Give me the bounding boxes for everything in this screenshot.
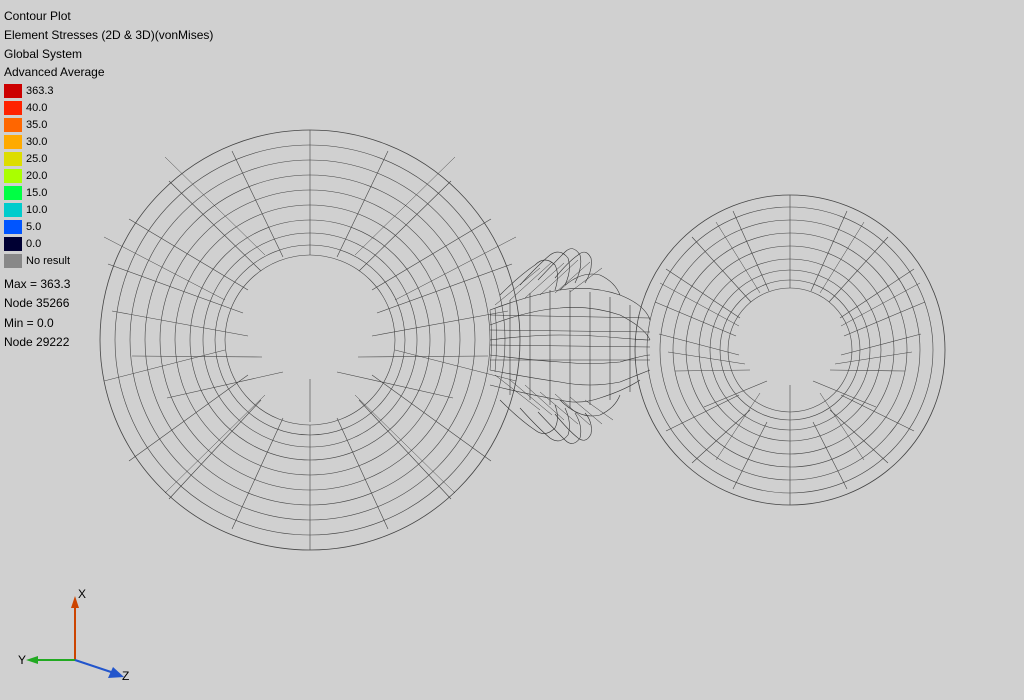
no-result-color-box (4, 254, 22, 268)
max-node-label: Node 35266 (4, 294, 213, 313)
legend-value-label: 35.0 (26, 119, 47, 131)
legend-color-box (4, 220, 22, 234)
legend-color-box (4, 237, 22, 251)
legend-value-label: 5.0 (26, 221, 41, 233)
svg-text:Z: Z (122, 669, 129, 683)
legend-value-label: 0.0 (26, 238, 41, 250)
legend-title-line3: Global System (4, 46, 213, 63)
legend-color-box (4, 84, 22, 98)
legend-item: 5.0 (4, 219, 213, 235)
main-container: X Y Z Contour Plot Element Stresses (2D … (0, 0, 1024, 700)
legend-color-list: 363.3 40.0 35.0 30.0 25.0 20.0 15.0 10.0 5.0 0.0 (4, 83, 213, 253)
legend-color-box (4, 169, 22, 183)
legend-value-label: 15.0 (26, 187, 47, 199)
stats-panel: Max = 363.3 Node 35266 Min = 0.0 Node 29… (4, 275, 213, 352)
min-value-label: Min = 0.0 (4, 314, 213, 333)
legend-color-box (4, 203, 22, 217)
legend-item: 30.0 (4, 134, 213, 150)
no-result-label: No result (26, 255, 70, 267)
max-value-label: Max = 363.3 (4, 275, 213, 294)
legend-title-line2: Element Stresses (2D & 3D)(vonMises) (4, 27, 213, 44)
legend-item: 10.0 (4, 202, 213, 218)
svg-text:X: X (78, 587, 86, 601)
legend-color-box (4, 152, 22, 166)
legend-item: 20.0 (4, 168, 213, 184)
legend-color-box (4, 101, 22, 115)
legend-item: 35.0 (4, 117, 213, 133)
legend-value-label: 363.3 (26, 85, 54, 97)
legend-color-box (4, 186, 22, 200)
no-result-item: No result (4, 253, 213, 269)
legend-item: 25.0 (4, 151, 213, 167)
min-node-label: Node 29222 (4, 333, 213, 352)
legend-item: 363.3 (4, 83, 213, 99)
legend-value-label: 40.0 (26, 102, 47, 114)
legend-title-line4: Advanced Average (4, 64, 213, 81)
legend-item: 0.0 (4, 236, 213, 252)
legend-color-box (4, 118, 22, 132)
legend-value-label: 25.0 (26, 153, 47, 165)
legend-item: 15.0 (4, 185, 213, 201)
legend-item: 40.0 (4, 100, 213, 116)
legend-value-label: 20.0 (26, 170, 47, 182)
legend-color-box (4, 135, 22, 149)
svg-text:Y: Y (18, 653, 26, 667)
legend-value-label: 10.0 (26, 204, 47, 216)
legend-title-line1: Contour Plot (4, 8, 213, 25)
legend-panel: Contour Plot Element Stresses (2D & 3D)(… (4, 8, 213, 352)
legend-value-label: 30.0 (26, 136, 47, 148)
